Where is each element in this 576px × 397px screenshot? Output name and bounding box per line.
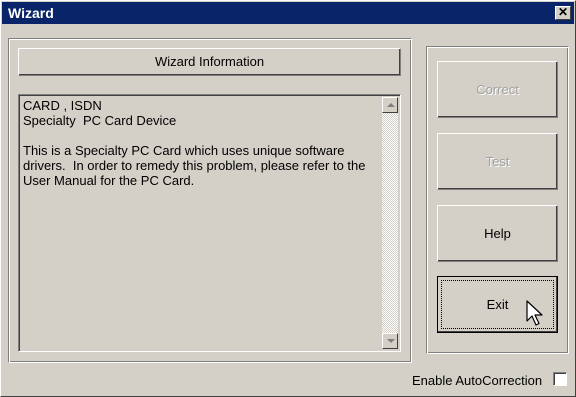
close-button[interactable]: ✕ [555,6,571,20]
mouse-pointer-icon [526,300,543,326]
test-button-label: Test [485,154,510,169]
info-text-area[interactable]: CARD , ISDN Specialty PC Card Device Thi… [18,94,401,352]
info-text: CARD , ISDN Specialty PC Card Device Thi… [23,98,366,188]
help-button[interactable]: Help [437,205,558,262]
scroll-down-button[interactable] [382,333,398,349]
enable-autocorrection-label: Enable AutoCorrection [412,373,543,388]
scroll-down-arrow-icon [387,339,395,343]
scroll-up-button[interactable] [382,97,398,113]
correct-button-label: Correct [476,82,519,97]
enable-autocorrection-checkbox[interactable] [553,372,567,386]
correct-button[interactable]: Correct [437,61,558,118]
wizard-window: Wizard ✕ Wizard Information CARD , ISDN … [0,0,576,397]
close-icon: ✕ [557,5,569,19]
wizard-information-header: Wizard Information [18,48,401,76]
help-button-label: Help [484,226,511,241]
window-title: Wizard [8,5,54,21]
vertical-scrollbar[interactable] [382,97,398,349]
title-bar[interactable]: Wizard ✕ [2,2,574,24]
scroll-up-arrow-icon [387,103,395,107]
test-button[interactable]: Test [437,133,558,190]
wizard-information-label: Wizard Information [154,54,265,69]
